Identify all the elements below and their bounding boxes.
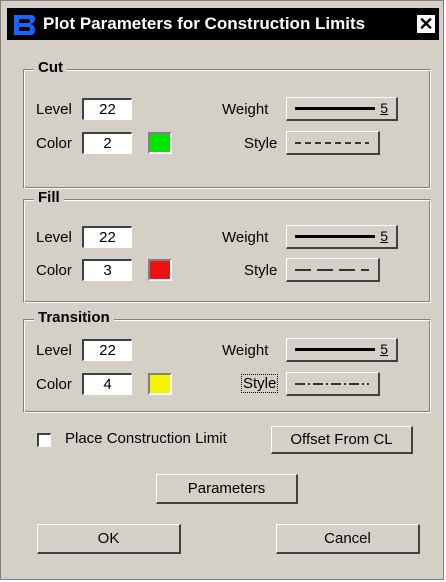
weight-line-icon <box>295 235 375 238</box>
cut-style-button[interactable] <box>286 131 380 155</box>
level-label: Level <box>36 101 72 118</box>
cut-weight-button[interactable]: 5 <box>286 97 398 121</box>
weight-value: 5 <box>380 228 388 244</box>
cut-color-swatch[interactable] <box>148 132 172 154</box>
cut-group: Cut Level 22 Color 2 Weight 5 Style <box>23 59 431 189</box>
group-title-fill: Fill <box>34 189 64 206</box>
transition-style-button[interactable] <box>286 372 380 396</box>
bentley-logo-icon <box>14 15 35 35</box>
transition-weight-button[interactable]: 5 <box>286 338 398 362</box>
transition-level-field[interactable]: 22 <box>82 339 132 361</box>
transition-color-swatch[interactable] <box>148 373 172 395</box>
short-dash-line-icon <box>295 142 369 144</box>
weight-label: Weight <box>222 229 269 246</box>
window-title: Plot Parameters for Construction Limits <box>43 14 366 33</box>
place-construction-limit-checkbox[interactable] <box>37 433 51 447</box>
weight-value: 5 <box>380 341 388 357</box>
weight-label: Weight <box>222 101 269 118</box>
close-icon: ✕ <box>418 14 434 34</box>
title-bar[interactable]: Plot Parameters for Construction Limits … <box>7 8 439 40</box>
style-label: Style <box>244 262 278 279</box>
level-label: Level <box>36 342 72 359</box>
fill-style-button[interactable] <box>286 258 380 282</box>
fill-level-field[interactable]: 22 <box>82 226 132 248</box>
cancel-button[interactable]: Cancel <box>276 524 420 554</box>
level-label: Level <box>36 229 72 246</box>
offset-from-cl-button[interactable]: Offset From CL <box>271 426 413 454</box>
weight-label: Weight <box>222 342 269 359</box>
fill-group: Fill Level 22 Color 3 Weight 5 Style <box>23 189 431 303</box>
ok-button[interactable]: OK <box>37 524 181 554</box>
style-label-focused: Style <box>240 374 279 393</box>
long-dash-line-icon <box>295 269 369 271</box>
place-construction-limit-label[interactable]: Place Construction Limit <box>65 430 227 447</box>
color-label: Color <box>36 376 72 393</box>
group-title-cut: Cut <box>34 59 67 76</box>
parameters-button[interactable]: Parameters <box>156 474 298 504</box>
style-label: Style <box>244 135 278 152</box>
fill-color-swatch[interactable] <box>148 259 172 281</box>
color-label: Color <box>36 135 72 152</box>
group-title-transition: Transition <box>34 309 114 326</box>
weight-line-icon <box>295 107 375 110</box>
transition-group: Transition Level 22 Color 4 Weight 5 Sty… <box>23 309 431 413</box>
fill-color-field[interactable]: 3 <box>82 259 132 281</box>
plot-parameters-dialog: Plot Parameters for Construction Limits … <box>0 0 444 580</box>
weight-value: 5 <box>380 100 388 116</box>
dash-dot-line-icon <box>295 383 369 385</box>
transition-color-field[interactable]: 4 <box>82 373 132 395</box>
cut-color-field[interactable]: 2 <box>82 132 132 154</box>
weight-line-icon <box>295 348 375 351</box>
color-label: Color <box>36 262 72 279</box>
fill-weight-button[interactable]: 5 <box>286 225 398 249</box>
close-button[interactable]: ✕ <box>416 14 436 34</box>
cut-level-field[interactable]: 22 <box>82 98 132 120</box>
